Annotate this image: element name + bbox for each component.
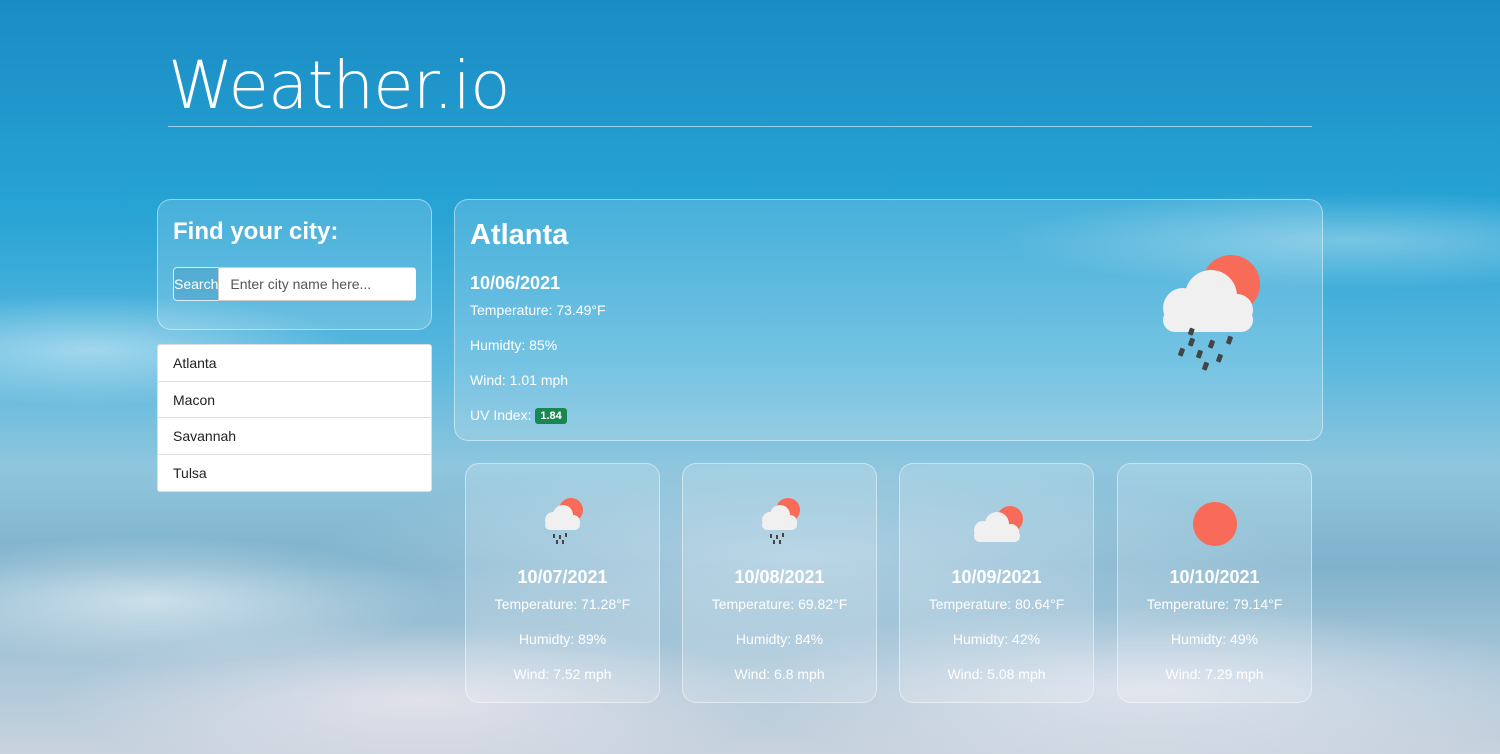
current-uv: UV Index: 1.84 — [470, 407, 1307, 424]
history-item-tulsa[interactable]: Tulsa — [158, 455, 431, 492]
current-city-name: Atlanta — [470, 219, 569, 251]
forecast-wind: Wind: 7.29 mph — [1165, 666, 1264, 682]
sun-icon — [1192, 502, 1237, 546]
search-button[interactable]: Search — [173, 267, 219, 301]
forecast-card: 10/09/2021 Temperature: 80.64°F Humidty:… — [899, 463, 1094, 703]
current-weather-card: Atlanta 10/06/2021 Temperature: 73.49°F … — [454, 199, 1323, 441]
history-item-savannah[interactable]: Savannah — [158, 418, 431, 455]
history-item-macon[interactable]: Macon — [158, 382, 431, 418]
forecast-wind: Wind: 5.08 mph — [947, 666, 1046, 682]
history-item-atlanta[interactable]: Atlanta — [158, 345, 431, 382]
forecast-card: 10/08/2021 Temperature: 69.82°F Humidty:… — [682, 463, 877, 703]
app-title: Weather.io — [168, 47, 511, 124]
forecast-temperature: Temperature: 69.82°F — [711, 596, 848, 612]
forecast-card: 10/10/2021 Temperature: 79.14°F Humidty:… — [1117, 463, 1312, 703]
uv-label: UV Index: — [470, 407, 532, 423]
rain-sun-cloud-icon — [1163, 255, 1260, 371]
search-heading: Find your city: — [173, 218, 339, 245]
forecast-date: 10/09/2021 — [951, 567, 1042, 587]
forecast-temperature: Temperature: 80.64°F — [928, 596, 1065, 612]
forecast-wind: Wind: 7.52 mph — [513, 666, 612, 682]
forecast-temperature: Temperature: 79.14°F — [1146, 596, 1283, 612]
forecast-card: 10/07/2021 Temperature: 71.28°F Humidty:… — [465, 463, 660, 703]
uv-index-badge: 1.84 — [535, 408, 567, 424]
forecast-date: 10/10/2021 — [1169, 567, 1260, 587]
forecast-date: 10/08/2021 — [734, 567, 825, 587]
forecast-date: 10/07/2021 — [517, 567, 608, 587]
rain-sun-cloud-icon — [761, 498, 800, 544]
rain-sun-cloud-icon — [544, 498, 583, 544]
forecast-humidity: Humidty: 89% — [518, 631, 607, 647]
forecast-humidity: Humidty: 49% — [1170, 631, 1259, 647]
city-search-input[interactable] — [218, 267, 416, 301]
forecast-humidity: Humidty: 42% — [952, 631, 1041, 647]
search-panel: Find your city: Search — [157, 199, 432, 330]
forecast-humidity: Humidty: 84% — [735, 631, 824, 647]
search-history-list: Atlanta Macon Savannah Tulsa — [157, 344, 432, 492]
search-group: Search — [173, 267, 416, 301]
sun-cloud-icon — [973, 506, 1023, 542]
app-header: Weather.io — [168, 46, 1312, 127]
forecast-wind: Wind: 6.8 mph — [734, 666, 825, 682]
forecast-temperature: Temperature: 71.28°F — [494, 596, 631, 612]
